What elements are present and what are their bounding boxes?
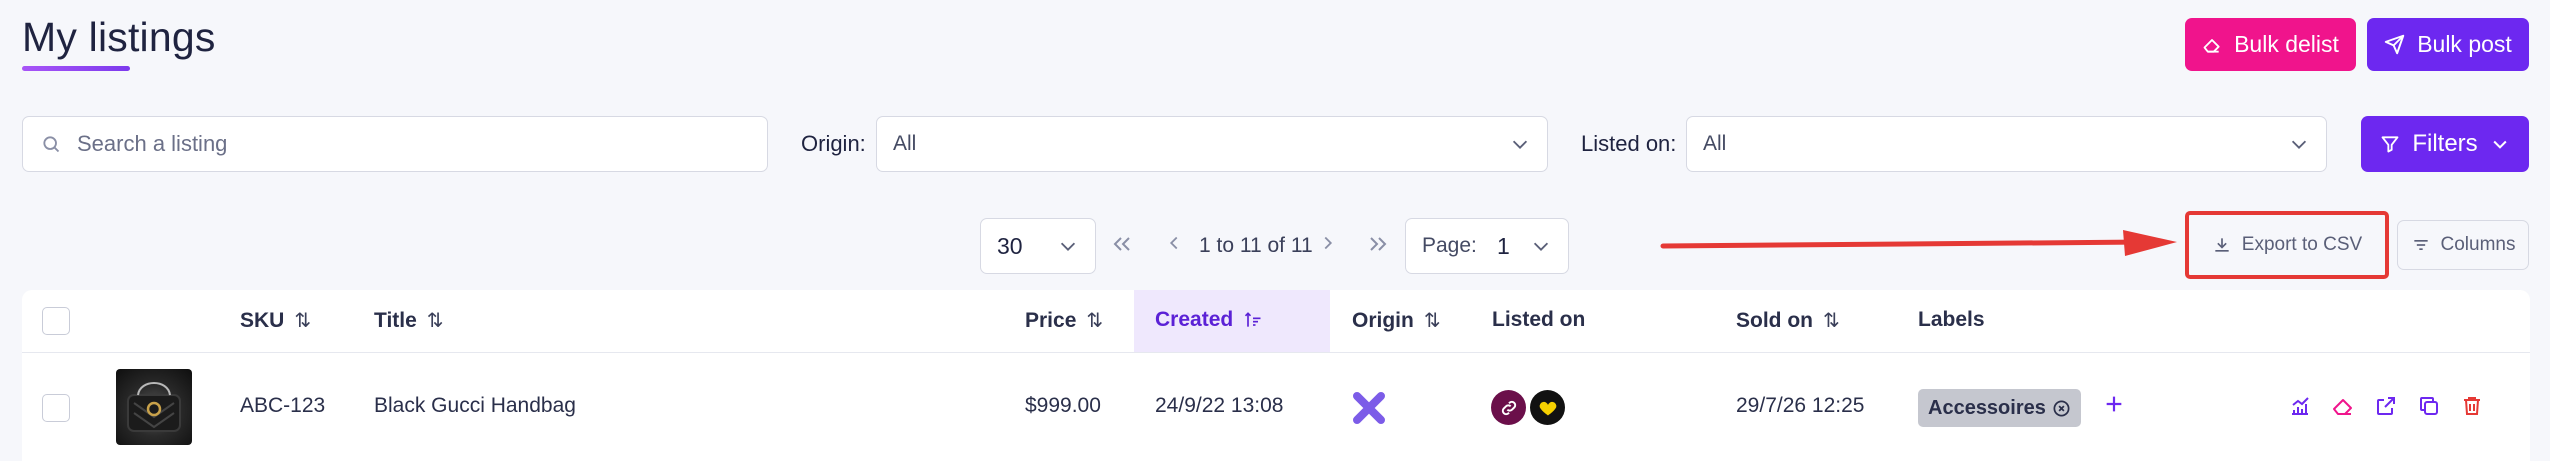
- column-header-sold-on[interactable]: Sold on ⇅: [1736, 308, 1840, 333]
- handbag-image-icon: [127, 382, 181, 432]
- chevron-down-icon: [1512, 140, 1528, 149]
- page-value: 1: [1497, 232, 1510, 259]
- first-page-button[interactable]: [1110, 232, 1134, 262]
- export-csv-label: Export to CSV: [2241, 234, 2363, 255]
- origin-select[interactable]: All: [876, 116, 1548, 172]
- column-header-created[interactable]: Created: [1155, 308, 1263, 332]
- export-csv-button[interactable]: Export to CSV: [2195, 220, 2379, 270]
- page-size-value: 30: [997, 232, 1023, 259]
- origin-label: Origin:: [801, 131, 866, 156]
- column-header-listed-on-label: Listed on: [1492, 308, 1586, 331]
- chevron-down-icon: [1060, 242, 1076, 251]
- listed-on-select[interactable]: All: [1686, 116, 2327, 172]
- select-all-checkbox[interactable]: [42, 307, 70, 335]
- column-header-price-label: Price: [1025, 308, 1077, 332]
- add-label-button[interactable]: [2103, 389, 2125, 423]
- sort-ascending-icon: [1245, 312, 1261, 327]
- last-page-button[interactable]: [1366, 232, 1390, 262]
- row-created: 24/9/22 13:08: [1155, 394, 1284, 417]
- duplicate-button[interactable]: [2417, 394, 2443, 420]
- trash-icon: [2464, 397, 2480, 415]
- chevron-left-icon: [1169, 236, 1178, 250]
- column-header-origin-label: Origin: [1352, 308, 1414, 332]
- origin-select-value: All: [893, 132, 917, 155]
- columns-button[interactable]: Columns: [2397, 220, 2529, 270]
- label-badge-text: Accessoires: [1928, 396, 2046, 419]
- listed-on-select-value: All: [1703, 132, 1727, 155]
- origin-x-icon: [1352, 391, 1386, 430]
- chevron-down-icon: [2493, 140, 2507, 149]
- double-chevron-left-icon: [1113, 237, 1130, 251]
- prev-page-button[interactable]: [1163, 232, 1185, 260]
- duplicate-icon: [2420, 397, 2438, 415]
- column-header-labels: Labels: [1918, 308, 1985, 332]
- column-header-sold-on-label: Sold on: [1736, 308, 1813, 332]
- pagination-range: 1 to 11 of 11: [1199, 234, 1313, 257]
- sort-icon: ⇅: [1423, 310, 1441, 332]
- chevron-down-icon: [1533, 242, 1549, 251]
- column-header-sku[interactable]: SKU ⇅: [240, 308, 311, 333]
- column-header-origin[interactable]: Origin ⇅: [1352, 308, 1441, 333]
- open-listing-button[interactable]: [2374, 394, 2400, 420]
- page-size-select[interactable]: 30: [980, 218, 1096, 274]
- send-icon: [2384, 34, 2405, 55]
- column-header-created-label: Created: [1155, 308, 1234, 331]
- search-box[interactable]: [22, 116, 768, 172]
- row-sku: ABC-123: [240, 394, 326, 417]
- filters-button[interactable]: Filters: [2361, 116, 2529, 172]
- bulk-delist-label: Bulk delist: [2234, 31, 2339, 57]
- chevron-right-icon: [1324, 236, 1333, 250]
- column-header-listed-on: Listed on: [1492, 308, 1585, 332]
- sort-icon: ⇅: [294, 310, 312, 332]
- chevron-down-icon: [2291, 140, 2307, 149]
- double-chevron-right-icon: [1370, 237, 1387, 251]
- close-circle-icon[interactable]: [2052, 399, 2071, 418]
- download-icon: [2215, 238, 2229, 252]
- funnel-icon: [2381, 136, 2399, 153]
- page-title: My listings: [22, 14, 216, 60]
- search-icon: [43, 136, 60, 153]
- analytics-icon: [2292, 397, 2309, 415]
- table-header-divider: [22, 352, 2530, 353]
- external-link-icon: [2377, 397, 2395, 415]
- search-input[interactable]: [77, 131, 717, 157]
- row-checkbox[interactable]: [42, 394, 70, 422]
- sort-icon: ⇅: [1823, 310, 1840, 332]
- columns-filter-icon: [2413, 240, 2428, 250]
- link-icon[interactable]: [1491, 390, 1526, 425]
- sort-icon: ⇅: [1086, 310, 1104, 332]
- annotation-arrow-icon: [1660, 230, 2177, 256]
- listed-on-label: Listed on:: [1581, 131, 1677, 156]
- plus-icon: [2106, 396, 2122, 412]
- eraser-icon: [2333, 399, 2352, 415]
- row-title[interactable]: Black Gucci Handbag: [374, 394, 576, 418]
- eraser-icon: [2203, 38, 2220, 53]
- product-thumbnail[interactable]: [116, 369, 192, 445]
- row-sold-on: 29/7/26 12:25: [1736, 394, 1865, 417]
- column-header-price[interactable]: Price ⇅: [1025, 308, 1103, 333]
- delist-button[interactable]: [2331, 394, 2357, 420]
- next-page-button[interactable]: [1317, 232, 1339, 260]
- delete-button[interactable]: [2460, 394, 2486, 420]
- bulk-post-label: Bulk post: [2417, 31, 2512, 57]
- heart-icon[interactable]: [1530, 390, 1565, 425]
- column-header-sku-label: SKU: [240, 308, 285, 332]
- page-select[interactable]: Page: 1: [1405, 218, 1569, 274]
- filters-label: Filters: [2412, 130, 2478, 157]
- title-underline: [22, 66, 130, 71]
- column-header-title[interactable]: Title ⇅: [374, 308, 444, 333]
- columns-label: Columns: [2440, 234, 2516, 255]
- label-badge: Accessoires: [1918, 389, 2081, 427]
- sort-icon: ⇅: [426, 310, 444, 332]
- column-header-title-label: Title: [374, 308, 417, 332]
- row-price: $999.00: [1025, 394, 1101, 417]
- column-header-labels-label: Labels: [1918, 308, 1985, 331]
- page-label: Page:: [1422, 234, 1477, 257]
- bulk-delist-button[interactable]: Bulk delist: [2185, 18, 2356, 71]
- bulk-post-button[interactable]: Bulk post: [2367, 18, 2529, 71]
- analytics-button[interactable]: [2288, 394, 2314, 420]
